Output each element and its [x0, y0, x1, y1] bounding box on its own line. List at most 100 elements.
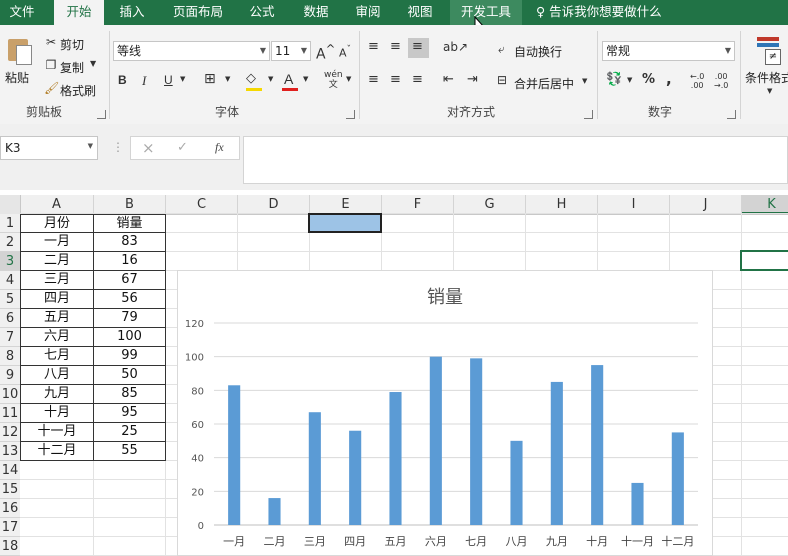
tab-file[interactable]: 文件	[0, 0, 44, 25]
column-header-d[interactable]: D	[238, 195, 310, 214]
table-cell[interactable]: 67	[94, 271, 166, 290]
row-header[interactable]: 7	[0, 328, 20, 347]
table-cell[interactable]: 十二月	[20, 442, 94, 461]
cancel-icon[interactable]: ×	[142, 139, 155, 157]
grow-font-icon[interactable]: A^	[316, 42, 335, 63]
table-cell[interactable]: 50	[94, 366, 166, 385]
column-header-g[interactable]: G	[454, 195, 526, 214]
align-middle-icon[interactable]: ≡	[390, 39, 401, 54]
table-cell[interactable]: 95	[94, 404, 166, 423]
chevron-down-icon[interactable]: ▼	[582, 77, 587, 85]
column-header-e[interactable]: E	[310, 195, 382, 214]
column-header-i[interactable]: I	[598, 195, 670, 214]
chart-bar[interactable]	[268, 498, 281, 525]
row-header[interactable]: 8	[0, 347, 20, 366]
font-name-select[interactable]: 等线 ▼	[113, 41, 270, 61]
table-cell[interactable]: 七月	[20, 347, 94, 366]
chevron-down-icon[interactable]: ▼	[180, 75, 185, 83]
table-cell[interactable]: 83	[94, 233, 166, 252]
row-header[interactable]: 5	[0, 290, 20, 309]
selected-cell-k3[interactable]	[740, 250, 788, 271]
chart-bar[interactable]	[671, 432, 684, 525]
chart-bar[interactable]	[510, 440, 523, 525]
shrink-font-icon[interactable]: Aˇ	[339, 44, 351, 60]
tab-review[interactable]: 审阅	[346, 0, 390, 25]
tell-me-search[interactable]: ♀ 告诉我你想要做什么	[536, 0, 686, 25]
table-cell[interactable]: 十月	[20, 404, 94, 423]
chart-bar[interactable]	[349, 430, 362, 525]
table-cell[interactable]: 九月	[20, 385, 94, 404]
chart-area[interactable]: 销量 0 20 40 60 80 100 120 一月 二月 三月 四月 五月 六月 七月 八月 九月 十月 十一…	[177, 270, 713, 556]
column-header-k[interactable]: K	[742, 195, 788, 214]
column-header-a[interactable]: A	[20, 195, 94, 214]
row-header[interactable]: 1	[0, 214, 20, 233]
format-painter-button[interactable]: 格式刷	[60, 82, 96, 99]
font-size-select[interactable]: 11 ▼	[271, 41, 311, 61]
row-header[interactable]: 9	[0, 366, 20, 385]
font-color-icon[interactable]: A	[284, 71, 293, 87]
merge-center-button[interactable]: 合并后居中	[514, 75, 574, 92]
percent-button[interactable]: %	[642, 72, 655, 87]
border-icon[interactable]: ⊞	[204, 71, 216, 87]
chevron-down-icon[interactable]: ▼	[90, 59, 96, 68]
table-cell[interactable]: 二月	[20, 252, 94, 271]
table-cell[interactable]: 25	[94, 423, 166, 442]
chevron-down-icon[interactable]: ▼	[268, 75, 273, 83]
decrease-indent-icon[interactable]: ⇤	[443, 72, 454, 87]
chevron-down-icon[interactable]: ▼	[303, 75, 308, 83]
table-cell[interactable]: 十一月	[20, 423, 94, 442]
chart-bar[interactable]	[228, 385, 241, 525]
number-launcher-icon[interactable]	[727, 110, 736, 119]
table-cell[interactable]: 五月	[20, 309, 94, 328]
table-cell[interactable]: 85	[94, 385, 166, 404]
table-header-cell[interactable]: 月份	[20, 214, 94, 233]
tab-formulas[interactable]: 公式	[240, 0, 284, 25]
chevron-down-icon[interactable]: ▼	[767, 87, 772, 95]
paste-button[interactable]: 粘贴	[5, 69, 29, 86]
conditional-format-icon[interactable]: ≠	[757, 37, 781, 65]
align-right-icon[interactable]: ≡	[412, 72, 423, 87]
chart-bar[interactable]	[389, 392, 402, 525]
column-header-c[interactable]: C	[166, 195, 238, 214]
name-box[interactable]: K3 ▼	[0, 136, 98, 160]
row-header[interactable]: 6	[0, 309, 20, 328]
phonetic-guide-icon[interactable]: wén 文	[324, 70, 343, 90]
column-header-h[interactable]: H	[526, 195, 598, 214]
row-header[interactable]: 18	[0, 537, 20, 556]
row-header[interactable]: 13	[0, 442, 20, 461]
row-header[interactable]: 10	[0, 385, 20, 404]
underline-button[interactable]: U	[164, 73, 173, 87]
formula-input[interactable]	[243, 136, 788, 184]
increase-indent-icon[interactable]: ⇥	[467, 72, 478, 87]
decrease-decimal-icon[interactable]: .00 →.0	[714, 72, 728, 90]
chart-bar[interactable]	[429, 356, 442, 525]
enter-icon[interactable]: ✓	[177, 140, 188, 155]
row-header[interactable]: 11	[0, 404, 20, 423]
insert-function-icon[interactable]: fx	[215, 140, 224, 155]
table-cell[interactable]: 三月	[20, 271, 94, 290]
tab-home[interactable]: 开始	[54, 0, 104, 25]
highlighted-shape[interactable]	[308, 213, 382, 233]
row-header[interactable]: 3	[0, 252, 20, 271]
accounting-format-icon[interactable]: 💱	[606, 72, 622, 87]
tab-page-layout[interactable]: 页面布局	[165, 0, 231, 25]
table-cell[interactable]: 六月	[20, 328, 94, 347]
table-cell[interactable]: 16	[94, 252, 166, 271]
copy-button[interactable]: 复制	[60, 59, 84, 76]
table-cell[interactable]: 一月	[20, 233, 94, 252]
chart-bar[interactable]	[308, 412, 321, 525]
table-cell[interactable]: 56	[94, 290, 166, 309]
number-format-select[interactable]: 常规 ▼	[602, 41, 735, 61]
tab-data[interactable]: 数据	[294, 0, 338, 25]
increase-decimal-icon[interactable]: ←.0.00	[690, 72, 704, 90]
tab-view[interactable]: 视图	[398, 0, 442, 25]
fill-color-icon[interactable]: ◇	[246, 71, 256, 86]
chevron-down-icon[interactable]: ▼	[627, 76, 632, 84]
drag-handle-icon[interactable]: ⋮	[112, 140, 124, 154]
column-header-j[interactable]: J	[670, 195, 742, 214]
clipboard-launcher-icon[interactable]	[97, 110, 106, 119]
italic-button[interactable]: I	[142, 73, 146, 89]
paste-icon[interactable]	[6, 37, 32, 65]
table-cell[interactable]: 79	[94, 309, 166, 328]
table-cell[interactable]: 四月	[20, 290, 94, 309]
